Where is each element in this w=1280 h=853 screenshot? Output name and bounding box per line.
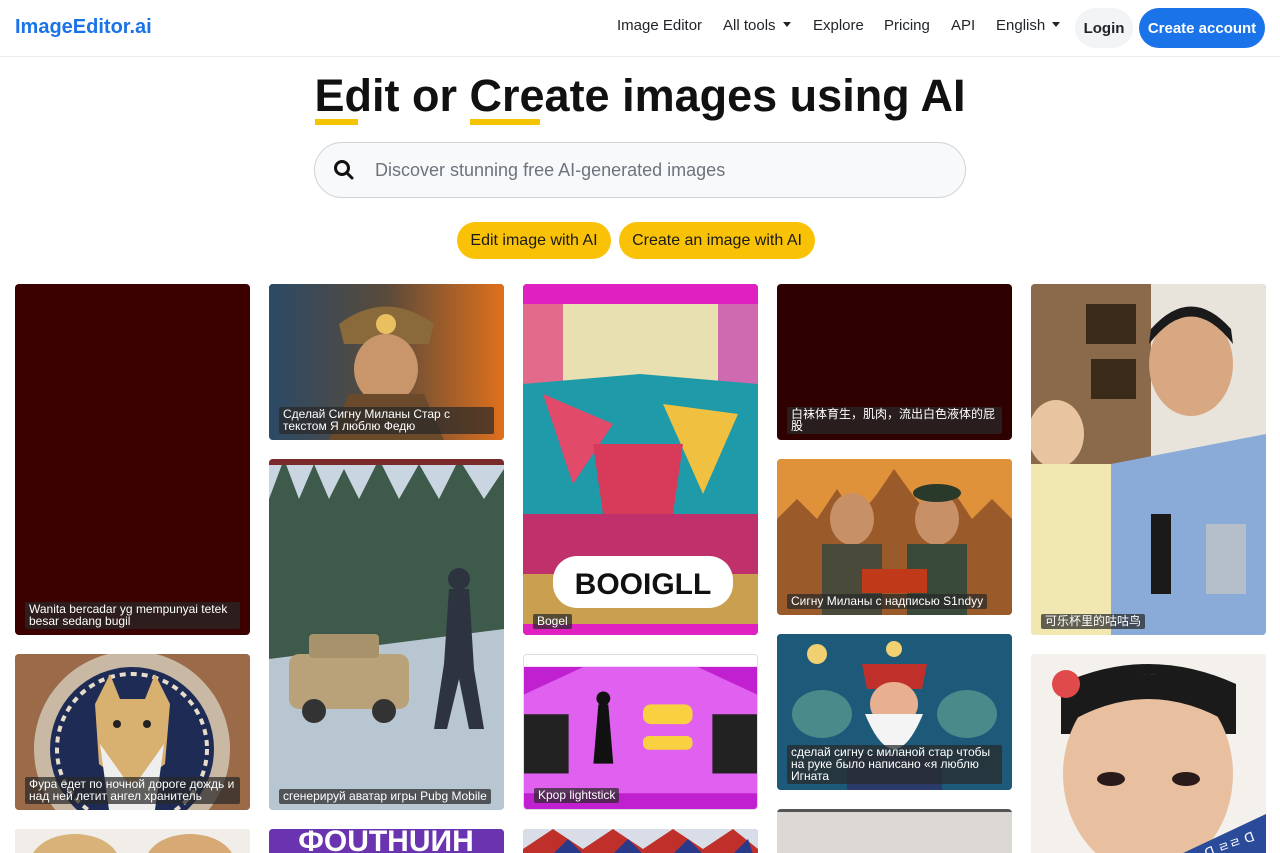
title-highlight-e: E — [314, 70, 358, 125]
gallery-card[interactable]: сделай сигну с миланой стар чтобы на рук… — [777, 634, 1012, 790]
gallery-card[interactable]: ᗡ ㄹㄹ ᗡ — [1031, 654, 1266, 853]
restaurant-photo-image — [1031, 284, 1266, 635]
nav-api[interactable]: API — [951, 17, 975, 34]
title-text-end: ate images using AI — [544, 70, 966, 121]
chevron-down-icon — [782, 22, 791, 27]
page-title: Edit or Create images using AI — [0, 70, 1280, 125]
title-text: dit or — [344, 70, 470, 121]
gray-image — [777, 809, 1012, 853]
gallery-card[interactable]: Сделай Сигну Миланы Стар с текстом Я люб… — [269, 284, 504, 440]
flags-image — [523, 829, 758, 853]
card-caption: сгенерируй аватар игры Pubg Mobile — [279, 789, 491, 804]
gallery-card[interactable]: сгенерируй аватар игры Pubg Mobile — [269, 459, 504, 810]
gallery-card[interactable] — [523, 829, 758, 853]
nav-image-editor[interactable]: Image Editor — [617, 17, 702, 34]
portrait-man-image: ᗡ ㄹㄹ ᗡ — [1031, 654, 1266, 853]
nav-language-label: English — [996, 17, 1046, 34]
purple-banner-text: ФOUTHUИH — [298, 829, 474, 853]
nav-all-tools[interactable]: All tools — [723, 17, 791, 34]
gallery-card[interactable] — [777, 809, 1012, 853]
create-image-button[interactable]: Create an image with AI — [619, 222, 815, 259]
gallery-card[interactable]: Kpop lightstick — [523, 654, 758, 810]
search-input[interactable] — [375, 144, 945, 196]
gallery-card[interactable]: BOOIGLL Bogel — [523, 284, 758, 635]
gallery-card[interactable]: 可乐杯里的咕咕鸟 — [1031, 284, 1266, 635]
search-icon[interactable] — [333, 159, 355, 181]
gallery-card[interactable] — [15, 829, 250, 853]
pubg-scene-image — [269, 459, 504, 810]
card-caption: Сделай Сигну Миланы Стар с текстом Я люб… — [279, 407, 494, 434]
search-bar — [314, 142, 966, 198]
nav-explore[interactable]: Explore — [813, 17, 864, 34]
gallery-card[interactable]: Wanita bercadar yg mempunyai tetek besar… — [15, 284, 250, 635]
card-caption: Bogel — [533, 614, 572, 629]
card-caption: 白袜体育生，肌肉，流出白色液体的屁股 — [787, 407, 1002, 434]
gallery-card[interactable]: Сигну Миланы с надписью S1ndyy — [777, 459, 1012, 615]
title-highlight-cre: Cre — [469, 70, 545, 125]
gallery-card[interactable]: 白袜体育生，肌肉，流出白色液体的屁股 — [777, 284, 1012, 440]
purple-banner-image: ФOUTHUИH — [269, 829, 504, 853]
card-caption: Фура едет по ночной дороге дождь и над н… — [25, 777, 240, 804]
card-caption: Сигну Миланы с надписью S1ndyy — [787, 594, 988, 609]
card-caption: Kpop lightstick — [534, 788, 620, 803]
chevron-down-icon — [1052, 22, 1061, 27]
nav-language[interactable]: English — [996, 17, 1061, 34]
card-caption: 可乐杯里的咕咕鸟 — [1041, 614, 1146, 629]
gallery-card[interactable]: ФOUTHUИH — [269, 829, 504, 853]
card-caption: Wanita bercadar yg mempunyai tetek besar… — [25, 602, 240, 629]
gallery-card[interactable]: Фура едет по ночной дороге дождь и над н… — [15, 654, 250, 810]
create-account-button[interactable]: Create account — [1139, 8, 1265, 48]
nav-pricing[interactable]: Pricing — [884, 17, 930, 34]
card-caption: сделай сигну с миланой стар чтобы на рук… — [787, 745, 1002, 784]
portrait-image — [15, 829, 250, 853]
edit-image-button[interactable]: Edit image with AI — [457, 222, 611, 259]
login-button[interactable]: Login — [1075, 8, 1133, 48]
soldiers-image — [777, 459, 1012, 615]
top-navbar: ImageEditor.ai Image Editor All tools Ex… — [0, 0, 1280, 57]
bogel-sign-text: BOOIGLL — [575, 568, 712, 601]
nav-all-tools-label: All tools — [723, 17, 776, 34]
brand-logo[interactable]: ImageEditor.ai — [15, 16, 152, 39]
stained-glass-image: BOOIGLL — [523, 284, 758, 635]
kpop-stage-image — [524, 655, 757, 809]
